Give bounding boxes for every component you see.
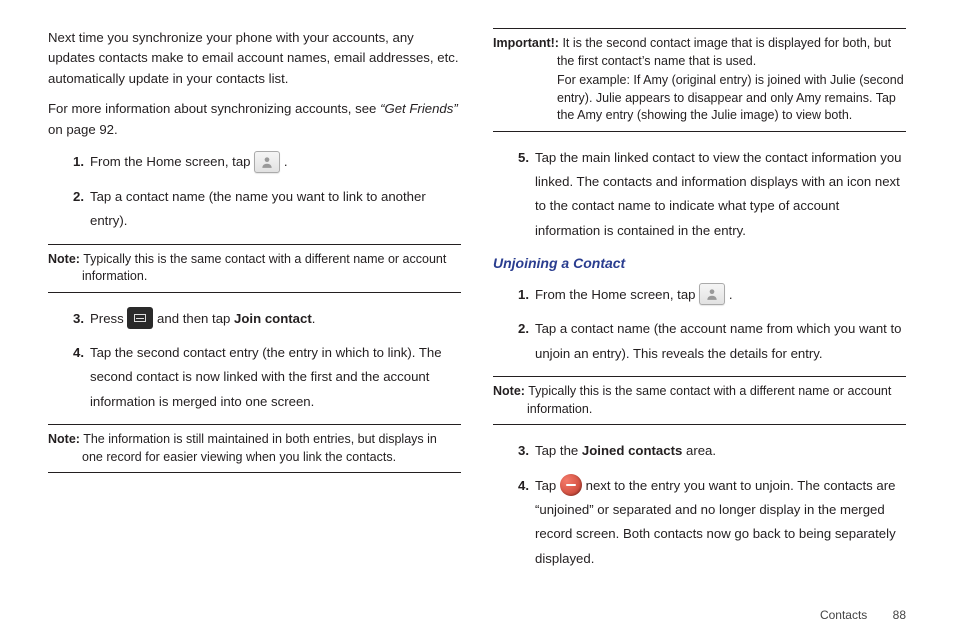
note-label: Note: (493, 384, 525, 398)
important-label: Important!: (493, 36, 559, 50)
step-3: 3. Press and then tap Join contact. (72, 307, 461, 331)
moreinfo-pre: For more information about synchronizing… (48, 101, 380, 116)
menu-icon (127, 307, 153, 329)
footer-page: 88 (893, 608, 906, 622)
note-box-1: Note: Typically this is the same contact… (48, 244, 461, 293)
step4-text: Tap the second contact entry (the entry … (90, 345, 442, 409)
moreinfo-ref: “Get Friends” (380, 101, 458, 116)
step-number: 4. (66, 341, 84, 365)
step-number: 4. (511, 474, 529, 498)
right-column: Important!: It is the second contact ima… (493, 28, 906, 581)
step-number: 1. (66, 150, 84, 174)
important-box: Important!: It is the second contact ima… (493, 28, 906, 132)
step-2: 2. Tap a contact name (the name you want… (72, 185, 461, 234)
step-1: 1. From the Home screen, tap . (72, 150, 461, 174)
note-text: The information is still maintained in b… (80, 432, 437, 464)
unjoin-steps-1: 1. From the Home screen, tap . 2. Tap a … (493, 283, 906, 366)
step-number: 3. (511, 439, 529, 463)
note-text: Typically this is the same contact with … (525, 384, 891, 416)
step-4: 4. Tap the second contact entry (the ent… (72, 341, 461, 414)
ustep2-text: Tap a contact name (the account name fro… (535, 321, 902, 360)
page-footer: Contacts 88 (820, 608, 906, 622)
ustep4-a: Tap (535, 478, 560, 493)
unjoining-heading: Unjoining a Contact (493, 253, 906, 275)
note-label: Note: (48, 252, 80, 266)
remove-minus-icon (560, 474, 582, 496)
ustep4-b: next to the entry you want to unjoin. Th… (535, 478, 896, 566)
footer-section: Contacts (820, 608, 867, 622)
unjoin-steps-2: 3. Tap the Joined contacts area. 4. Tap … (493, 439, 906, 571)
steps-list-3: 5. Tap the main linked contact to view t… (493, 146, 906, 244)
important-example: For example: If Amy (original entry) is … (493, 72, 906, 125)
step5-text: Tap the main linked contact to view the … (535, 150, 902, 238)
step2-text: Tap a contact name (the name you want to… (90, 189, 426, 228)
note-box-3: Note: Typically this is the same contact… (493, 376, 906, 425)
step-number: 2. (511, 317, 529, 341)
steps-list-2: 3. Press and then tap Join contact. 4. T… (48, 307, 461, 415)
contacts-icon (699, 283, 725, 305)
moreinfo-post: on page 92. (48, 122, 118, 137)
note-label: Note: (48, 432, 80, 446)
note-text: Typically this is the same contact with … (80, 252, 446, 284)
step1-text-a: From the Home screen, tap (90, 154, 254, 169)
ustep3-a: Tap the (535, 443, 582, 458)
left-column: Next time you synchronize your phone wit… (48, 28, 461, 581)
ustep1-text-b: . (729, 287, 733, 302)
unjoin-step-2: 2. Tap a contact name (the account name … (517, 317, 906, 366)
step-number: 2. (66, 185, 84, 209)
intro-paragraph: Next time you synchronize your phone wit… (48, 28, 461, 89)
page-columns: Next time you synchronize your phone wit… (48, 28, 906, 581)
ustep1-text-a: From the Home screen, tap (535, 287, 699, 302)
important-text: It is the second contact image that is d… (557, 36, 891, 68)
step3-text-a: Press (90, 311, 127, 326)
step1-text-b: . (284, 154, 288, 169)
unjoin-step-4: 4. Tap next to the entry you want to unj… (517, 474, 906, 572)
contacts-icon (254, 151, 280, 173)
step-number: 3. (66, 307, 84, 331)
step3-text-b: and then tap (157, 311, 234, 326)
unjoin-step-3: 3. Tap the Joined contacts area. (517, 439, 906, 463)
step3-text-c: . (312, 311, 316, 326)
moreinfo-paragraph: For more information about synchronizing… (48, 99, 461, 140)
ustep3-bold: Joined contacts (582, 443, 682, 458)
ustep3-b: area. (682, 443, 716, 458)
step-number: 1. (511, 283, 529, 307)
step-number: 5. (511, 146, 529, 170)
steps-list-1: 1. From the Home screen, tap . 2. Tap a … (48, 150, 461, 233)
unjoin-step-1: 1. From the Home screen, tap . (517, 283, 906, 307)
step3-bold: Join contact (234, 311, 312, 326)
note-box-2: Note: The information is still maintaine… (48, 424, 461, 473)
step-5: 5. Tap the main linked contact to view t… (517, 146, 906, 244)
